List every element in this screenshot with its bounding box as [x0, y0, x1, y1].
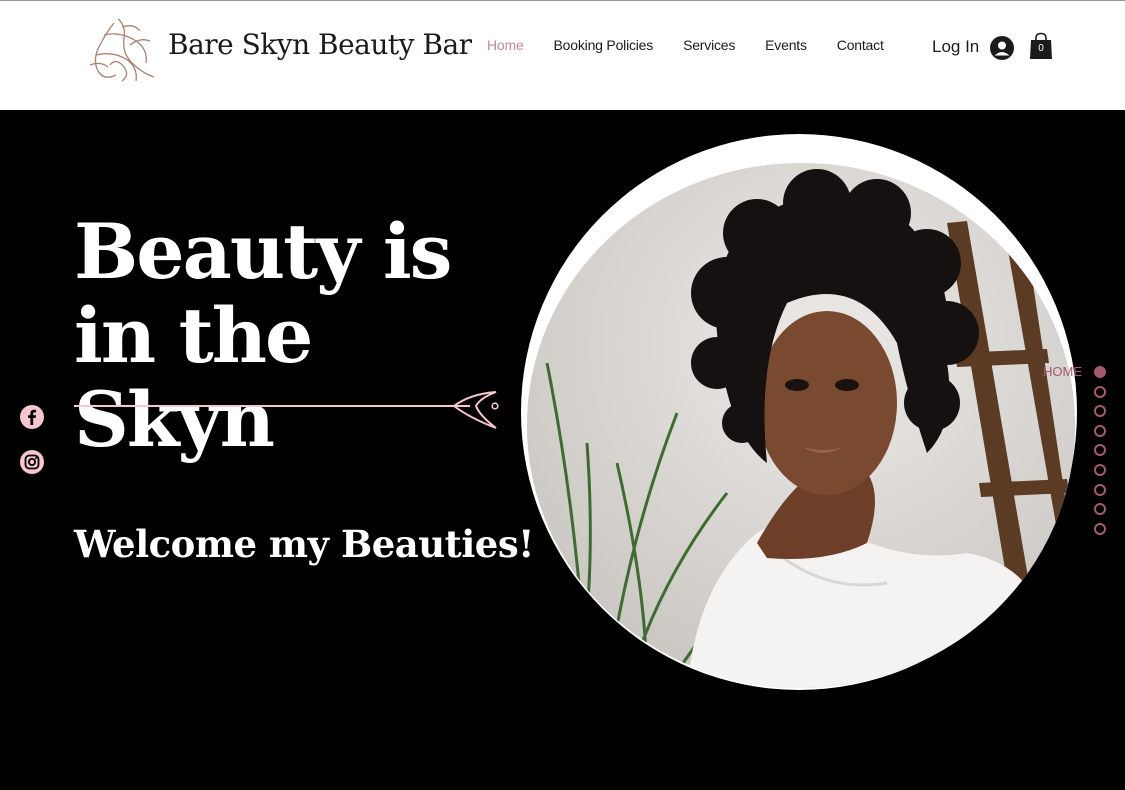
nav-events[interactable]: Events — [750, 37, 822, 53]
anchor-current-label: HOME — [1043, 364, 1082, 379]
anchor-dot[interactable] — [1094, 424, 1106, 437]
account-icon[interactable] — [990, 36, 1014, 60]
nav-services[interactable]: Services — [668, 37, 750, 53]
hero-portrait-image — [527, 163, 1075, 688]
brand-name[interactable]: Bare Skyn Beauty Bar — [168, 28, 472, 61]
anchor-dot[interactable] — [1094, 444, 1106, 457]
anchor-menu — [1094, 366, 1106, 542]
login-button[interactable]: Log In — [932, 37, 979, 57]
site-header: Bare Skyn Beauty Bar Home Booking Polici… — [0, 0, 1125, 110]
arrow-divider-icon — [74, 391, 499, 429]
anchor-dot[interactable] — [1094, 463, 1106, 476]
instagram-link[interactable] — [20, 450, 44, 474]
hero-welcome-text: Welcome my Beauties! — [74, 522, 534, 566]
cart-button[interactable]: 0 — [1029, 32, 1053, 60]
nav-contact[interactable]: Contact — [822, 37, 899, 53]
portrait-illustration — [527, 163, 1075, 688]
anchor-dot[interactable] — [1094, 366, 1106, 378]
anchor-dot[interactable] — [1094, 405, 1106, 418]
nav-home[interactable]: Home — [472, 37, 539, 53]
anchor-dot[interactable] — [1094, 385, 1106, 398]
cart-count: 0 — [1038, 43, 1044, 54]
hero-section: Beauty is in the Skyn Welcome my Beautie… — [0, 110, 1125, 790]
facebook-icon — [28, 409, 37, 425]
instagram-icon — [24, 454, 40, 470]
anchor-dot[interactable] — [1094, 522, 1106, 535]
logo-icon[interactable] — [86, 15, 160, 85]
nav-booking-policies[interactable]: Booking Policies — [539, 37, 669, 53]
anchor-dot[interactable] — [1094, 503, 1106, 516]
facebook-link[interactable] — [20, 405, 44, 429]
social-bar — [20, 405, 44, 495]
anchor-dot[interactable] — [1094, 483, 1106, 496]
main-nav: Home Booking Policies Services Events Co… — [472, 37, 899, 53]
